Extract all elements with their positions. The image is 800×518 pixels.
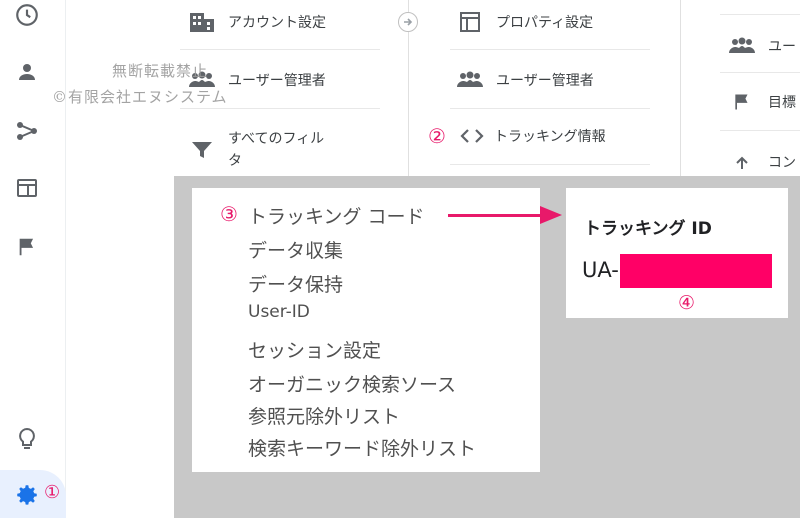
flag-icon [728, 90, 756, 114]
arrow-right-icon [398, 12, 418, 32]
divider [450, 164, 650, 165]
divider [720, 72, 800, 73]
people-icon [456, 68, 484, 92]
property-settings-label: プロパティ設定 [496, 15, 594, 31]
divider [180, 108, 380, 109]
tracking-code-item[interactable]: トラッキング コード [248, 202, 424, 229]
filter-icon [188, 138, 216, 162]
all-filters-label: すべてのフィル [228, 131, 325, 147]
user-id-item[interactable]: User-ID [248, 302, 310, 322]
view-user-item[interactable]: ユー [728, 34, 796, 58]
annotation-3: ③ [220, 202, 238, 226]
divider [450, 108, 650, 109]
property-user-management-item[interactable]: ユーザー管理者 [456, 68, 594, 92]
view-content-item[interactable]: コン [728, 150, 796, 174]
left-nav-rail: ① [0, 0, 66, 518]
divider [720, 130, 800, 131]
lightbulb-icon[interactable] [12, 424, 42, 454]
divider [720, 14, 800, 15]
person-icon[interactable] [12, 57, 42, 87]
clock-icon[interactable] [12, 0, 42, 30]
divider [450, 49, 650, 50]
tracking-info-label: トラッキング情報 [494, 129, 606, 145]
all-filters-label-line2: タ [228, 153, 242, 169]
tracking-id-redaction [620, 254, 772, 288]
tracking-id-title: トラッキング ID [584, 219, 712, 239]
watermark-line2: ©有限会社エヌシステム [52, 88, 228, 106]
search-term-exclusion-list-item[interactable]: 検索キーワード除外リスト [248, 434, 476, 461]
tracking-id-prefix: UA- [582, 258, 619, 282]
divider [180, 49, 380, 50]
annotation-arrow [448, 214, 544, 217]
annotation-2: ② [428, 124, 446, 148]
column-divider [680, 0, 681, 176]
data-retention-item[interactable]: データ保持 [248, 270, 343, 297]
view-goals-label: 目標 [768, 95, 796, 111]
arrow-icon [728, 150, 756, 174]
view-content-label: コン [768, 155, 796, 171]
view-goals-item[interactable]: 目標 [728, 90, 796, 114]
annotation-4: ④ [678, 292, 696, 314]
view-user-label: ユー [768, 39, 796, 55]
tracking-info-submenu: ③ トラッキング コード データ収集 データ保持 User-ID セッション設定… [192, 188, 540, 472]
property-settings-item[interactable]: プロパティ設定 [456, 10, 593, 34]
dashboard-icon[interactable] [12, 173, 42, 203]
watermark-line1: 無断転載禁止 [112, 62, 209, 80]
admin-nav-item[interactable]: ① [0, 470, 66, 518]
data-collection-item[interactable]: データ収集 [248, 236, 343, 263]
tracking-id-panel: トラッキング ID UA- ④ [566, 188, 788, 318]
building-icon [188, 10, 216, 34]
referral-exclusion-list-item[interactable]: 参照元除外リスト [248, 402, 400, 429]
share-icon[interactable] [12, 116, 42, 146]
account-settings-label: アカウント設定 [228, 15, 326, 31]
flag-icon[interactable] [12, 232, 42, 262]
property-user-management-label: ユーザー管理者 [496, 73, 594, 89]
gear-icon [14, 482, 40, 512]
annotation-arrow-head [540, 206, 562, 224]
all-filters-item[interactable]: すべてのフィル タ [188, 128, 324, 172]
annotation-1: ① [44, 482, 61, 503]
account-settings-item[interactable]: アカウント設定 [188, 10, 326, 34]
layout-icon [456, 10, 484, 34]
tracking-info-item[interactable]: トラッキング情報 [458, 124, 606, 148]
organic-search-sources-item[interactable]: オーガニック検索ソース [248, 370, 456, 397]
session-settings-item[interactable]: セッション設定 [248, 336, 381, 363]
code-icon [458, 124, 486, 148]
people-icon [728, 34, 756, 58]
account-user-management-label: ユーザー管理者 [228, 73, 326, 89]
